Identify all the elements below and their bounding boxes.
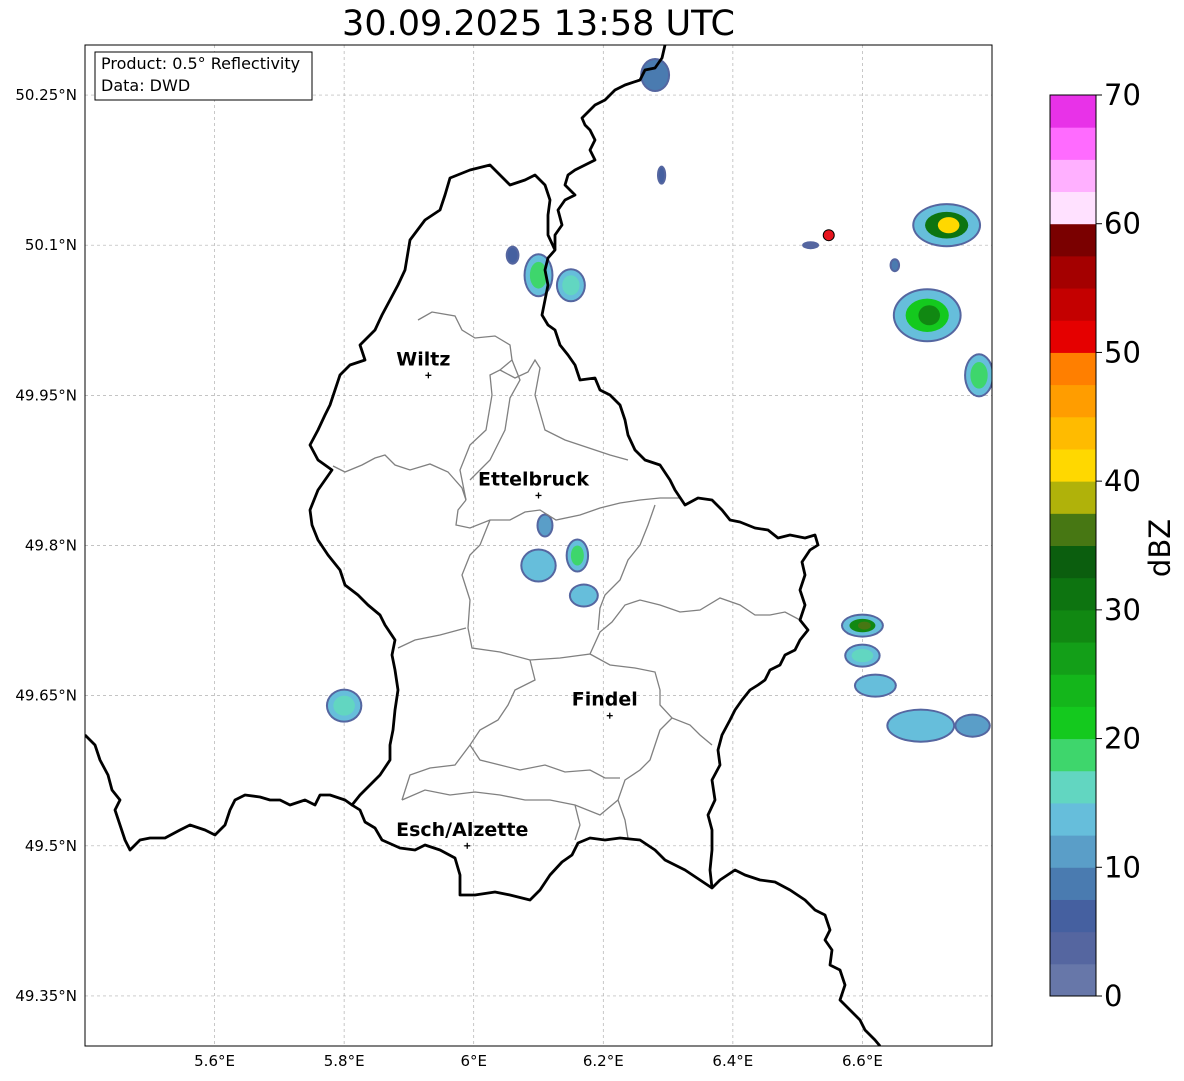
lat-tick-label: 50.25°N [15, 86, 77, 104]
lon-tick-label: 6°E [460, 1052, 487, 1070]
radar-echo-cell [659, 167, 665, 183]
radar-echo-core [851, 648, 874, 663]
city-markers: Wiltz Ettelbruck Findel Esch/Alzette [396, 348, 638, 849]
radar-echo-cell [522, 550, 555, 581]
radar-echo-layer [325, 58, 992, 743]
lat-tick-label: 50.1°N [25, 236, 77, 254]
radar-echo-cell [804, 243, 818, 248]
radar-echo-cell [507, 247, 518, 263]
radar-echo-core [970, 361, 988, 389]
radar-echo-core [899, 715, 943, 736]
lon-tick-label: 5.6°E [194, 1052, 235, 1070]
lat-tick-label: 49.95°N [15, 386, 77, 404]
radar-echo-peak [918, 305, 941, 326]
radar-echo-core [570, 545, 584, 566]
radar-echo-core [862, 678, 889, 693]
radar-echo-core [529, 261, 548, 289]
radar-echo-core [333, 695, 355, 716]
city-label: Wiltz [396, 348, 450, 370]
lon-tick-label: 6.6°E [842, 1052, 883, 1070]
city-label: Findel [572, 689, 638, 711]
lat-tick-label: 49.35°N [15, 987, 77, 1005]
info-source: Data: DWD [101, 76, 190, 95]
lat-tick-label: 49.65°N [15, 687, 77, 705]
radar-echo-cell [891, 260, 899, 271]
lon-tick-label: 6.4°E [712, 1052, 753, 1070]
radar-echo-cell [956, 715, 989, 736]
info-box: Product: 0.5° Reflectivity Data: DWD [94, 51, 313, 101]
radar-echo-core [575, 588, 593, 603]
lon-tick-label: 6.2°E [583, 1052, 624, 1070]
axis-labels: 50.25°N 50.1°N 49.95°N 49.8°N 49.65°N 49.5°N 4… [15, 86, 883, 1070]
lat-tick-label: 49.5°N [25, 837, 77, 855]
radar-echo-core [562, 275, 580, 296]
city-label: Ettelbruck [478, 468, 589, 490]
canton-boundaries [332, 311, 801, 841]
radar-echo-peak [857, 621, 871, 630]
city-label: Esch/Alzette [396, 819, 528, 841]
lat-tick-label: 49.8°N [25, 537, 77, 555]
radar-echo-peak [937, 217, 960, 234]
info-product: Product: 0.5° Reflectivity [101, 54, 300, 73]
radar-echo-cell [642, 60, 669, 91]
radar-map: Wiltz Ettelbruck Findel Esch/Alzette 50.25°… [15, 44, 993, 1070]
radar-site-marker [822, 229, 835, 242]
lon-tick-label: 5.8°E [324, 1052, 365, 1070]
grid-lines [85, 45, 992, 1046]
radar-echo-cell [538, 515, 552, 536]
